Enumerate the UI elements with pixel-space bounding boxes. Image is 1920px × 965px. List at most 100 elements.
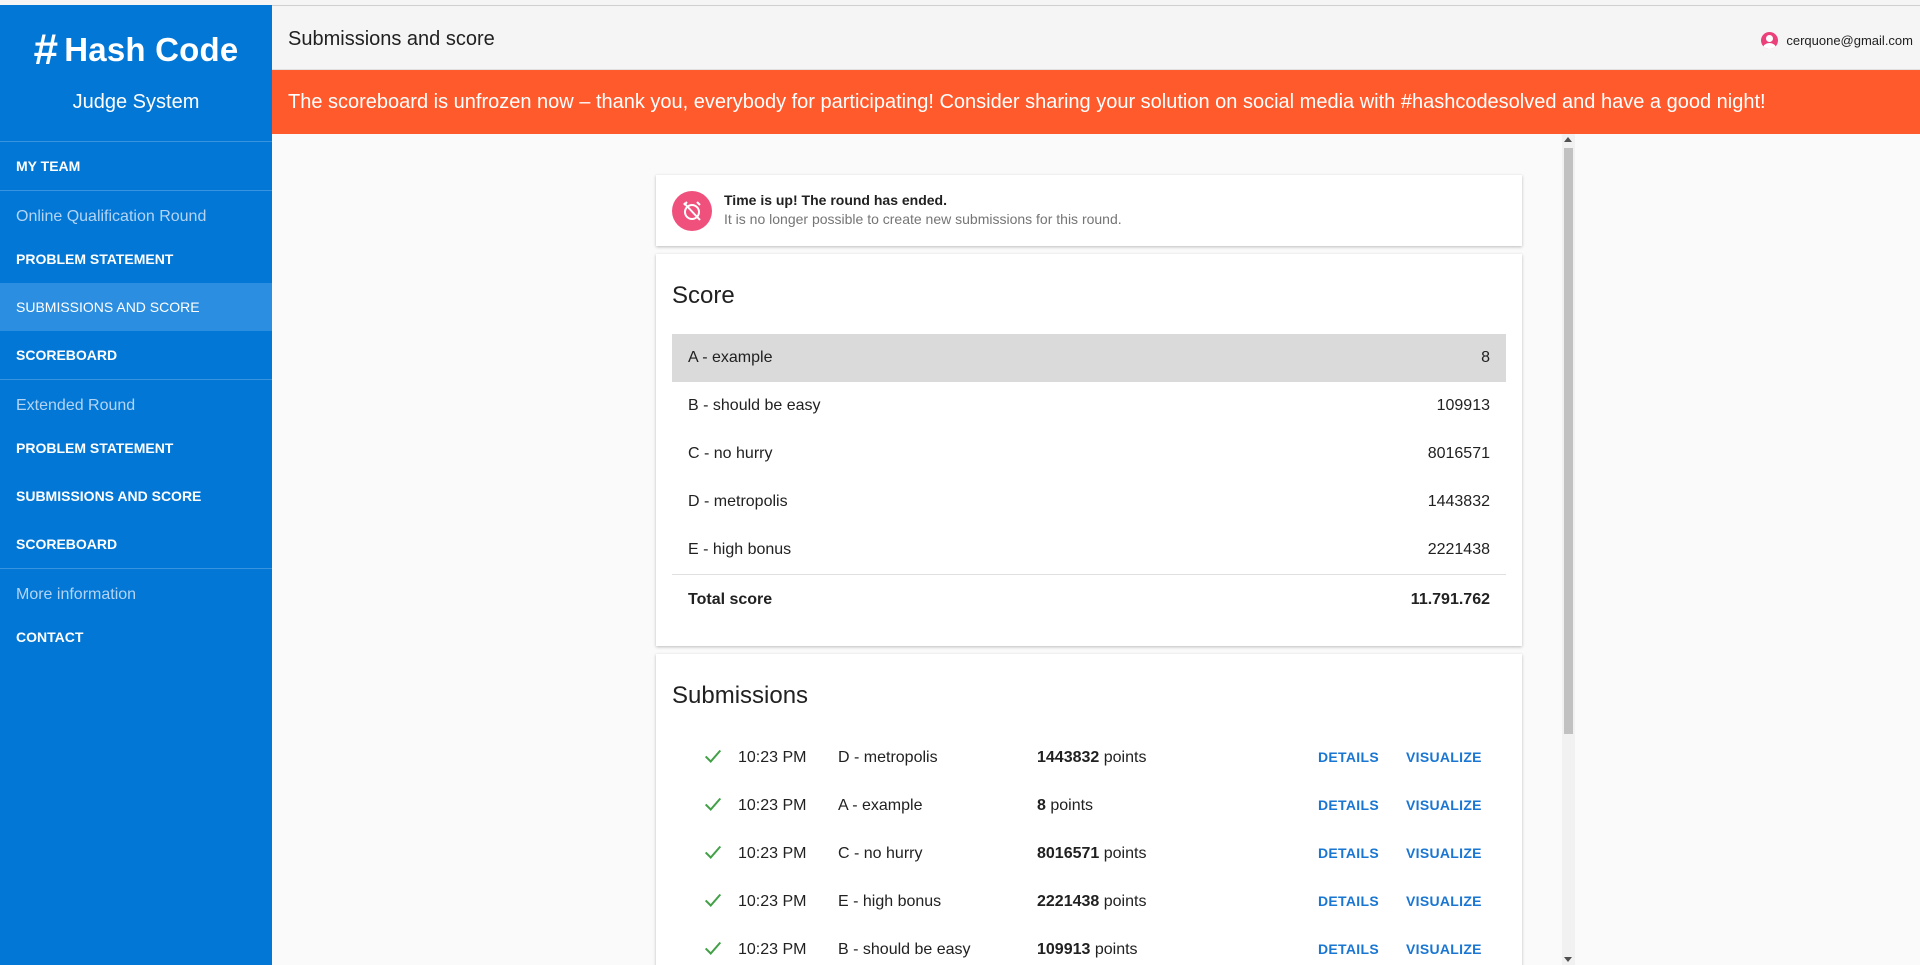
submission-row: 10:23 PM B - should be easy 109913 point… bbox=[672, 926, 1506, 965]
sidebar-item-scoreboard[interactable]: Scoreboard bbox=[0, 331, 272, 379]
check-icon bbox=[704, 749, 722, 763]
round-ended-alert: Time is up! The round has ended. It is n… bbox=[656, 175, 1522, 246]
score-row[interactable]: D - metropolis 1443832 bbox=[672, 478, 1506, 526]
scroll-up-arrow-icon[interactable] bbox=[1564, 137, 1572, 142]
visualize-button[interactable]: Visualize bbox=[1406, 845, 1482, 861]
score-problem: D - metropolis bbox=[688, 493, 788, 510]
score-problem: B - should be easy bbox=[688, 397, 821, 414]
check-icon bbox=[704, 941, 722, 955]
submission-row: 10:23 PM D - metropolis 1443832 points D… bbox=[672, 734, 1506, 782]
score-row[interactable]: E - high bonus 2221438 bbox=[672, 526, 1506, 574]
announcement-banner: The scoreboard is unfrozen now – thank y… bbox=[272, 70, 1920, 134]
submission-points: 8016571 points bbox=[1037, 845, 1146, 863]
submission-points: 8 points bbox=[1037, 797, 1093, 815]
visualize-button[interactable]: Visualize bbox=[1406, 941, 1482, 957]
submission-problem: B - should be easy bbox=[838, 941, 971, 958]
hash-icon: # bbox=[33, 25, 59, 74]
submission-time: 10:23 PM bbox=[738, 749, 807, 766]
scrollbar-thumb[interactable] bbox=[1564, 148, 1573, 734]
submission-row: 10:23 PM C - no hurry 8016571 points Det… bbox=[672, 830, 1506, 878]
alert-message: It is no longer possible to create new s… bbox=[724, 211, 1122, 227]
submission-problem: C - no hurry bbox=[838, 845, 923, 862]
main-content: Time is up! The round has ended. It is n… bbox=[272, 134, 1920, 965]
sidebar-item-extended-problem-statement[interactable]: Problem Statement bbox=[0, 424, 272, 472]
details-button[interactable]: Details bbox=[1318, 797, 1379, 813]
alert-title: Time is up! The round has ended. bbox=[724, 192, 947, 208]
visualize-button[interactable]: Visualize bbox=[1406, 797, 1482, 813]
submission-time: 10:23 PM bbox=[738, 893, 807, 910]
score-heading: Score bbox=[672, 282, 735, 309]
score-table: A - example 8 B - should be easy 109913 … bbox=[672, 334, 1506, 624]
score-value: 8 bbox=[1481, 349, 1490, 366]
score-problem: C - no hurry bbox=[688, 445, 773, 462]
submission-time: 10:23 PM bbox=[738, 941, 807, 958]
visualize-button[interactable]: Visualize bbox=[1406, 749, 1482, 765]
submission-problem: E - high bonus bbox=[838, 893, 942, 910]
sidebar-item-submissions-and-score[interactable]: Submissions and Score bbox=[0, 283, 272, 331]
submissions-heading: Submissions bbox=[672, 682, 809, 709]
points-suffix: points bbox=[1094, 941, 1138, 958]
score-value: 109913 bbox=[1436, 397, 1490, 414]
submissions-card: Submissions 10:23 PM D - metropolis 1443… bbox=[656, 654, 1522, 965]
account-icon bbox=[1761, 32, 1779, 49]
score-row[interactable]: B - should be easy 109913 bbox=[672, 382, 1506, 430]
sidebar-item-extended-submissions-and-score[interactable]: Submissions and Score bbox=[0, 472, 272, 520]
check-icon bbox=[704, 797, 722, 811]
submission-time: 10:23 PM bbox=[738, 845, 807, 862]
brand: # Hash Code Judge System bbox=[0, 5, 272, 142]
score-row[interactable]: C - no hurry 8016571 bbox=[672, 430, 1506, 478]
details-button[interactable]: Details bbox=[1318, 941, 1379, 957]
score-value: 2221438 bbox=[1427, 541, 1490, 558]
score-value: 1443832 bbox=[1427, 493, 1490, 510]
details-button[interactable]: Details bbox=[1318, 893, 1379, 909]
submission-time: 10:23 PM bbox=[738, 797, 807, 814]
submission-problem: A - example bbox=[838, 797, 923, 814]
sidebar-item-problem-statement[interactable]: Problem Statement bbox=[0, 235, 272, 283]
submission-points: 2221438 points bbox=[1037, 893, 1146, 911]
brand-logo: # Hash Code bbox=[0, 5, 272, 75]
brand-title: Hash Code bbox=[64, 31, 239, 68]
sidebar-item-contact[interactable]: Contact bbox=[0, 613, 272, 661]
sidebar-item-my-team[interactable]: My Team bbox=[0, 142, 272, 190]
page-title: Submissions and score bbox=[288, 28, 495, 50]
submission-row: 10:23 PM A - example 8 points Details Vi… bbox=[672, 782, 1506, 830]
submissions-list: 10:23 PM D - metropolis 1443832 points D… bbox=[672, 734, 1506, 965]
submission-points: 109913 points bbox=[1037, 941, 1138, 959]
scrollbar[interactable] bbox=[1562, 134, 1575, 965]
total-score-row: Total score 11.791.762 bbox=[672, 574, 1506, 624]
section-header-qualification: Online Qualification Round bbox=[16, 208, 207, 225]
points-value: 8 bbox=[1037, 797, 1046, 814]
total-score-label: Total score bbox=[688, 590, 773, 608]
points-value: 2221438 bbox=[1037, 893, 1100, 910]
user-email: cerquone@gmail.com bbox=[1786, 33, 1913, 48]
alarm-off-icon bbox=[672, 191, 712, 231]
user-account[interactable]: cerquone@gmail.com bbox=[1761, 32, 1913, 49]
details-button[interactable]: Details bbox=[1318, 749, 1379, 765]
score-value: 8016571 bbox=[1427, 445, 1490, 462]
submission-problem: D - metropolis bbox=[838, 749, 938, 766]
sidebar-item-extended-scoreboard[interactable]: Scoreboard bbox=[0, 520, 272, 568]
scroll-down-arrow-icon[interactable] bbox=[1564, 957, 1572, 962]
section-header-extended: Extended Round bbox=[16, 397, 136, 414]
section-header-more-information: More information bbox=[16, 586, 137, 603]
points-value: 1443832 bbox=[1037, 749, 1100, 766]
points-suffix: points bbox=[1103, 893, 1147, 910]
details-button[interactable]: Details bbox=[1318, 845, 1379, 861]
score-card: Score A - example 8 B - should be easy 1… bbox=[656, 254, 1522, 646]
points-value: 109913 bbox=[1037, 941, 1091, 958]
points-value: 8016571 bbox=[1037, 845, 1100, 862]
points-suffix: points bbox=[1103, 845, 1147, 862]
submission-row: 10:23 PM E - high bonus 2221438 points D… bbox=[672, 878, 1506, 926]
score-problem: A - example bbox=[688, 349, 773, 366]
score-row[interactable]: A - example 8 bbox=[672, 334, 1506, 382]
visualize-button[interactable]: Visualize bbox=[1406, 893, 1482, 909]
points-suffix: points bbox=[1050, 797, 1094, 814]
check-icon bbox=[704, 845, 722, 859]
score-problem: E - high bonus bbox=[688, 541, 792, 558]
points-suffix: points bbox=[1103, 749, 1147, 766]
brand-subtitle: Judge System bbox=[72, 91, 200, 113]
sidebar: # Hash Code Judge System My Team Online Q… bbox=[0, 5, 272, 965]
total-score-value: 11.791.762 bbox=[1410, 590, 1490, 608]
submission-points: 1443832 points bbox=[1037, 749, 1146, 767]
check-icon bbox=[704, 893, 722, 907]
